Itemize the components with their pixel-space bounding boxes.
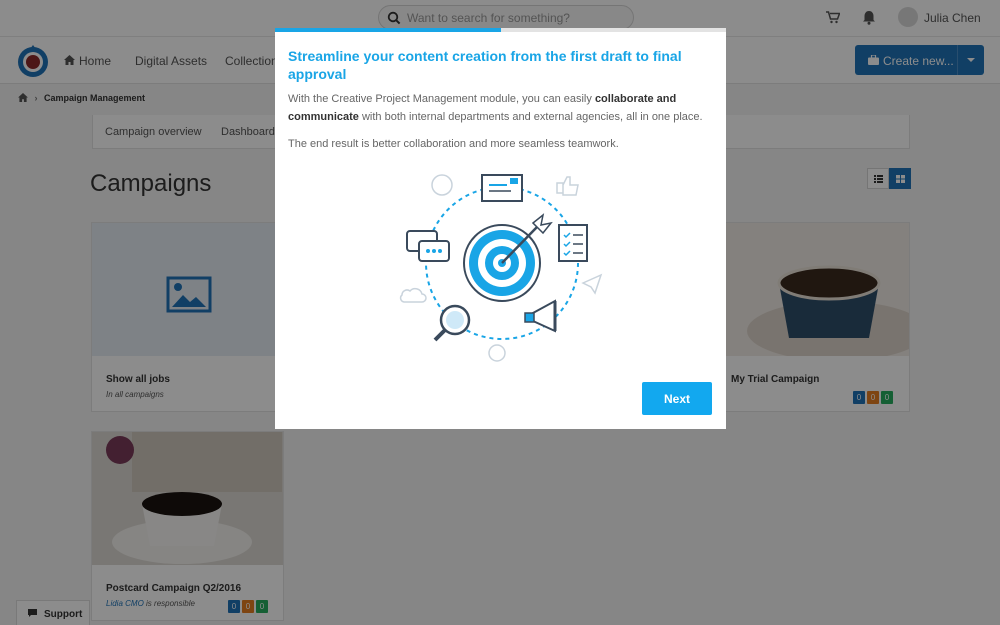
- modal-title: Streamline your content creation from th…: [288, 48, 682, 82]
- modal-summary: The end result is better collaboration a…: [288, 138, 619, 150]
- target-collaboration-illustration: [399, 174, 603, 362]
- onboarding-modal: Streamline your content creation from th…: [275, 28, 726, 429]
- progress-bar: [275, 28, 726, 32]
- next-button[interactable]: Next: [642, 382, 712, 415]
- modal-description: With the Creative Project Management mod…: [288, 93, 703, 123]
- progress-fill: [275, 28, 501, 32]
